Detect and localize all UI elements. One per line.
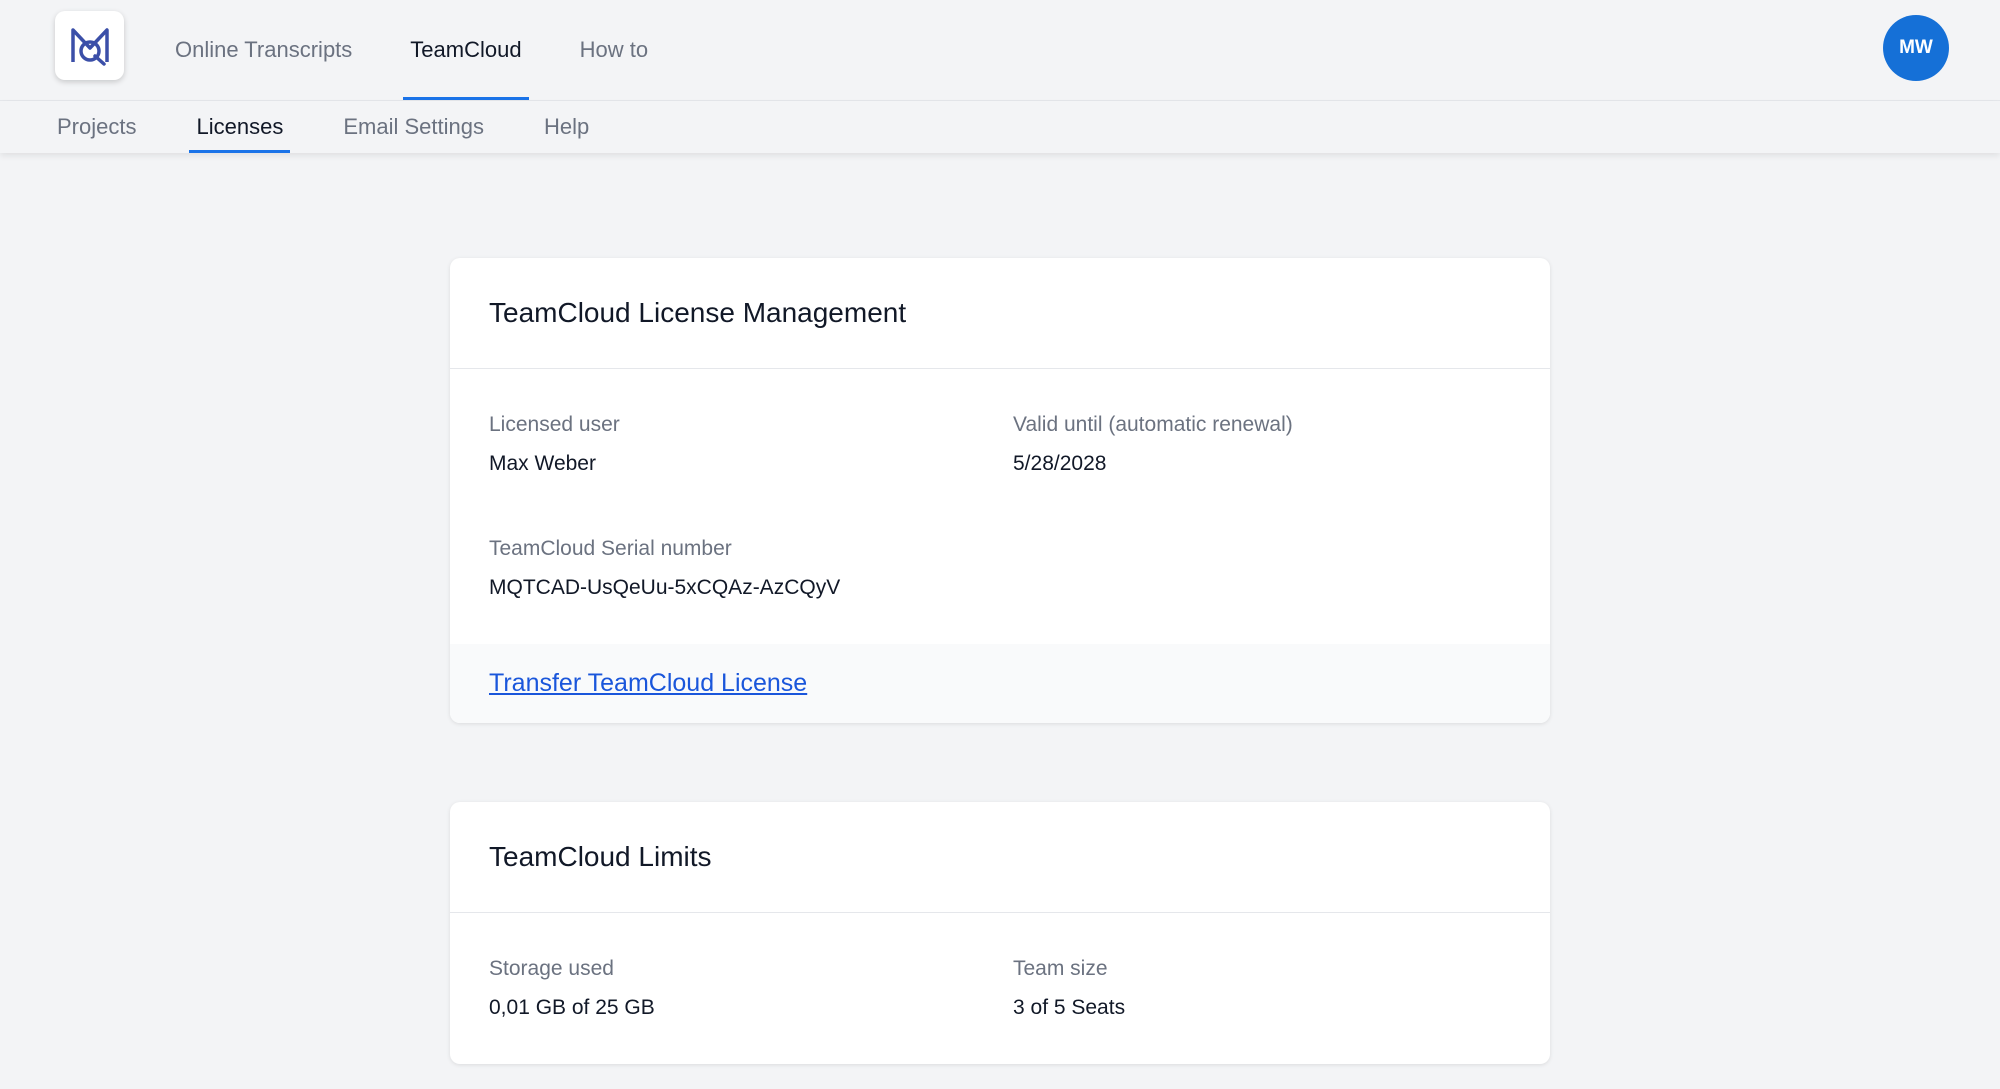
license-card-footer: Transfer TeamCloud License bbox=[450, 644, 1550, 723]
serial-number-field: TeamCloud Serial number MQTCAD-UsQeUu-5x… bbox=[489, 534, 840, 603]
nav-teamcloud[interactable]: TeamCloud bbox=[395, 0, 536, 100]
main-nav: Online Transcripts TeamCloud How to bbox=[160, 0, 691, 100]
mq-logo-icon-graphic bbox=[70, 27, 109, 66]
nav-online-transcripts-label: Online Transcripts bbox=[175, 37, 353, 62]
serial-number-label: TeamCloud Serial number bbox=[489, 537, 732, 560]
valid-until-field: Valid until (automatic renewal) 5/28/202… bbox=[1013, 410, 1293, 479]
valid-until-label: Valid until (automatic renewal) bbox=[1013, 413, 1293, 436]
tab-help[interactable]: Help bbox=[537, 101, 596, 153]
storage-used-label: Storage used bbox=[489, 957, 614, 980]
tab-projects-label: Projects bbox=[57, 114, 137, 139]
limits-card: TeamCloud Limits Storage used 0,01 GB of… bbox=[450, 802, 1550, 1064]
valid-until-value: 5/28/2028 bbox=[1013, 452, 1107, 475]
team-size-label: Team size bbox=[1013, 957, 1108, 980]
license-card-title: TeamCloud License Management bbox=[450, 258, 1550, 369]
nav-how-to-label: How to bbox=[579, 37, 649, 62]
tab-email-settings[interactable]: Email Settings bbox=[336, 101, 491, 153]
storage-used-field: Storage used 0,01 GB of 25 GB bbox=[489, 954, 655, 1023]
storage-used-value: 0,01 GB of 25 GB bbox=[489, 996, 655, 1019]
serial-number-value: MQTCAD-UsQeUu-5xCQAz-AzCQyV bbox=[489, 576, 841, 599]
tab-licenses[interactable]: Licenses bbox=[189, 101, 291, 153]
user-avatar[interactable]: MW bbox=[1883, 15, 1949, 81]
top-navigation-bar: Online Transcripts TeamCloud How to MW bbox=[0, 0, 2000, 101]
sub-nav: Projects Licenses Email Settings Help bbox=[50, 101, 642, 153]
tab-help-label: Help bbox=[543, 114, 590, 139]
avatar-initials: MW bbox=[1899, 37, 1933, 58]
tab-email-settings-label: Email Settings bbox=[343, 114, 484, 139]
licensed-user-label: Licensed user bbox=[489, 413, 620, 436]
tab-licenses-label: Licenses bbox=[196, 114, 284, 139]
tab-projects[interactable]: Projects bbox=[50, 101, 143, 153]
team-size-value: 3 of 5 Seats bbox=[1013, 996, 1126, 1019]
licensed-user-value: Max Weber bbox=[489, 452, 596, 475]
nav-online-transcripts[interactable]: Online Transcripts bbox=[160, 0, 367, 100]
license-management-card: TeamCloud License Management Licensed us… bbox=[450, 258, 1550, 723]
nav-teamcloud-label: TeamCloud bbox=[410, 37, 522, 62]
limits-card-title: TeamCloud Limits bbox=[450, 802, 1550, 913]
transfer-license-link[interactable]: Transfer TeamCloud License bbox=[489, 669, 807, 698]
nav-how-to[interactable]: How to bbox=[565, 0, 663, 100]
mq-logo-icon[interactable] bbox=[55, 11, 124, 80]
sub-navigation-bar: Projects Licenses Email Settings Help bbox=[0, 101, 2000, 153]
team-size-field: Team size 3 of 5 Seats bbox=[1013, 954, 1125, 1023]
licensed-user-field: Licensed user Max Weber bbox=[489, 410, 620, 479]
